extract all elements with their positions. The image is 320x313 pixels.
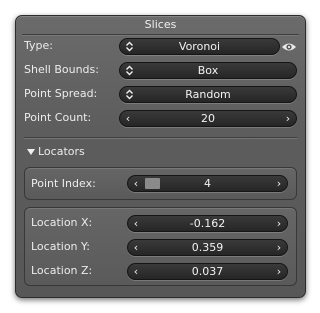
location-x-row: Location X: ‹ -0.162 › (16, 213, 305, 233)
chevron-right-icon[interactable]: › (274, 241, 284, 254)
up-down-arrows-icon (126, 41, 133, 52)
point-count-value: 20 (201, 112, 215, 125)
chevron-right-icon[interactable]: › (274, 265, 284, 278)
point-index-label: Point Index: (31, 177, 96, 190)
shell-bounds-row: Shell Bounds: Box (16, 60, 305, 80)
location-y-label: Location Y: (31, 240, 90, 253)
point-count-row: Point Count: ‹ 20 › (16, 108, 305, 128)
type-row: Type: Voronoi (16, 36, 305, 56)
chevron-right-icon[interactable]: › (274, 217, 284, 230)
location-y-value: 0.359 (191, 241, 224, 254)
eye-icon[interactable] (281, 41, 297, 53)
section-divider (24, 137, 297, 139)
shell-bounds-value: Box (197, 64, 219, 77)
shell-bounds-label: Shell Bounds: (24, 63, 99, 76)
point-spread-dropdown[interactable]: Random (119, 86, 297, 103)
location-x-label: Location X: (31, 216, 93, 229)
type-label: Type: (24, 39, 53, 52)
location-z-label: Location Z: (31, 264, 93, 277)
location-y-stepper[interactable]: ‹ 0.359 › (127, 239, 288, 256)
shell-bounds-dropdown[interactable]: Box (119, 62, 297, 79)
chevron-left-icon[interactable]: ‹ (131, 241, 141, 254)
point-index-row: Point Index: ‹ 4 › (16, 174, 305, 194)
up-down-arrows-icon (126, 65, 133, 76)
point-index-slider[interactable]: ‹ 4 › (127, 175, 288, 192)
slices-panel: Slices Type: Voronoi Shell Bounds: Box P… (15, 15, 306, 298)
chevron-right-icon[interactable]: › (274, 177, 284, 190)
point-spread-value: Random (185, 88, 231, 101)
location-z-value: 0.037 (191, 265, 224, 278)
triangle-down-icon (27, 149, 35, 155)
point-count-label: Point Count: (24, 111, 92, 124)
locators-header-label: Locators (38, 145, 85, 158)
point-spread-label: Point Spread: (24, 87, 98, 100)
slider-fill (145, 178, 160, 189)
chevron-left-icon[interactable]: ‹ (123, 112, 133, 125)
point-count-stepper[interactable]: ‹ 20 › (119, 110, 297, 127)
location-x-stepper[interactable]: ‹ -0.162 › (127, 215, 288, 232)
chevron-left-icon[interactable]: ‹ (131, 217, 141, 230)
up-down-arrows-icon (126, 89, 133, 100)
chevron-left-icon[interactable]: ‹ (131, 177, 141, 190)
chevron-left-icon[interactable]: ‹ (131, 265, 141, 278)
chevron-right-icon[interactable]: › (283, 112, 293, 125)
location-z-row: Location Z: ‹ 0.037 › (16, 261, 305, 281)
location-y-row: Location Y: ‹ 0.359 › (16, 237, 305, 257)
type-value: Voronoi (178, 40, 221, 53)
location-z-stepper[interactable]: ‹ 0.037 › (127, 263, 288, 280)
location-x-value: -0.162 (189, 217, 226, 230)
panel-title: Slices (144, 18, 177, 31)
point-spread-row: Point Spread: Random (16, 84, 305, 104)
type-dropdown[interactable]: Voronoi (119, 38, 280, 55)
